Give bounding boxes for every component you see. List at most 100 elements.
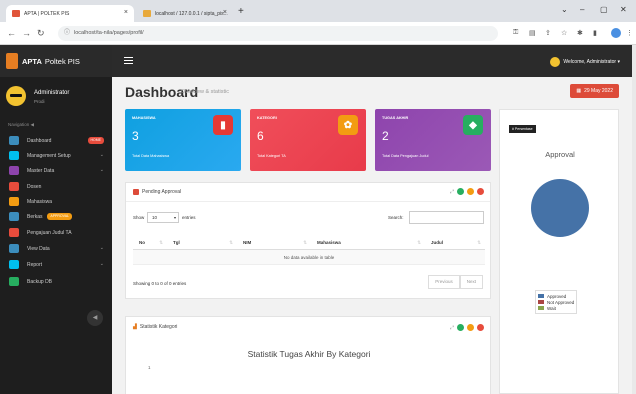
legend-swatch <box>538 294 544 298</box>
menu-icon <box>9 136 19 145</box>
sidebar-item-view-data[interactable]: View Data ⌄ <box>0 241 112 256</box>
legend-label: Wait <box>547 305 556 311</box>
close-tool-button[interactable] <box>477 188 484 195</box>
stat-card-kategori[interactable]: KATEGORI 6 Total Kategori TA ✿ <box>250 109 366 171</box>
entries-value: 10 <box>152 215 158 220</box>
approval-panel: # Persentase Approval Approved Not Approv… <box>499 109 619 394</box>
tab-label: localhost / 127.0.0.1 / sipta_pis... <box>155 10 228 17</box>
expand-icon[interactable]: ⤢ <box>450 189 454 195</box>
sidepanel-icon[interactable]: ▮ <box>593 29 597 37</box>
close-tool-button[interactable] <box>477 324 484 331</box>
sidebar-badge: APPROVAL <box>47 213 72 220</box>
stat-value: 6 <box>257 129 264 143</box>
new-tab-button[interactable]: + <box>238 6 244 17</box>
menu-icon <box>9 228 19 237</box>
column-header-tgl[interactable]: Tgl ⇅ <box>167 235 237 249</box>
browser-menu-icon[interactable]: ⋮ <box>626 29 633 37</box>
extensions-icon[interactable]: ✱ <box>577 29 583 37</box>
menu-icon <box>9 260 19 269</box>
panel-header: Pending Approval ⤢ <box>126 183 490 202</box>
previous-button[interactable]: Previous <box>428 275 460 289</box>
panel-tools: ⤢ <box>450 324 484 331</box>
forward-arrow-icon[interactable]: → <box>22 28 31 38</box>
stat-card-tugas-akhir[interactable]: TUGAS AKHIR 2 Total Data Pengajuan Judul… <box>375 109 491 171</box>
column-header-judul[interactable]: Judul ⇅ <box>425 235 485 249</box>
sidebar-badge: HOME <box>87 137 104 144</box>
page-scrollbar[interactable] <box>632 45 636 394</box>
expand-icon[interactable]: ⤢ <box>450 325 454 331</box>
sort-icon: ⇅ <box>477 240 481 245</box>
menu-icon <box>9 166 19 175</box>
next-button[interactable]: Next <box>459 275 483 289</box>
search-label: Search: <box>388 215 404 220</box>
key-icon[interactable]: ⚿ <box>513 29 518 37</box>
site-info-icon[interactable]: ⓘ <box>64 26 70 41</box>
sidebar-item-label: Mahasiswa <box>27 198 53 205</box>
back-arrow-icon[interactable]: ← <box>7 28 16 38</box>
sidebar-item-label: Dashboard <box>27 137 52 144</box>
hamburger-menu-icon[interactable] <box>124 57 133 64</box>
column-header-no[interactable]: No ⇅ <box>133 235 167 249</box>
phpmyadmin-favicon-icon <box>143 10 151 17</box>
approval-pie-chart[interactable] <box>530 178 590 238</box>
sidebar-item-management-setup[interactable]: Management Setup ⌄ <box>0 148 112 163</box>
url-input[interactable]: ⓘ localhost/ta-nila/pages/profil/ <box>58 26 498 41</box>
brand-logo[interactable]: APTA Poltek PIS <box>0 45 112 77</box>
apta-favicon-icon <box>12 10 20 17</box>
y-axis-tick: 1 <box>148 365 151 370</box>
date-button[interactable]: 29 May 2022 <box>570 84 619 98</box>
chevron-down-icon: ▾ <box>173 215 176 220</box>
close-tab-icon[interactable]: × <box>223 9 227 16</box>
browser-tab-phpmyadmin[interactable]: localhost / 127.0.0.1 / sipta_pis... × <box>137 5 233 22</box>
graduation-icon: ◆ <box>463 115 483 135</box>
apta-logo-icon <box>6 53 18 69</box>
refresh-tool-button[interactable] <box>457 324 464 331</box>
entries-select[interactable]: 10 ▾ <box>147 212 179 223</box>
legend-item[interactable]: Wait <box>538 305 574 311</box>
pending-table: No ⇅ Tgl ⇅ NIM ⇅ Mahasiswa ⇅ Judul ⇅ No data avai… <box>133 235 485 265</box>
sidebar-item-report[interactable]: Report ⌄ <box>0 257 112 272</box>
checkbox-icon <box>133 189 139 195</box>
legend-swatch <box>538 306 544 310</box>
sidebar-item-master-data[interactable]: Master Data ⌄ <box>0 163 112 178</box>
entries-label: entries <box>182 215 196 220</box>
close-window-button[interactable]: ✕ <box>620 5 627 14</box>
user-icon: ▮ <box>213 115 233 135</box>
minimize-tool-button[interactable] <box>467 188 474 195</box>
bookmark-star-icon[interactable]: ☆ <box>561 29 567 37</box>
sidebar-item-dashboard[interactable]: Dashboard HOME <box>0 133 112 148</box>
show-label: Show <box>133 215 145 220</box>
close-tab-icon[interactable]: × <box>124 9 128 16</box>
panel-title-text: Pending Approval <box>142 189 182 195</box>
brand-name-rest: Poltek PIS <box>44 56 80 66</box>
sidebar-item-backup-db[interactable]: Backup DB <box>0 274 112 289</box>
browser-tab-apta[interactable]: APTA | POLTEK PIS × <box>6 5 134 22</box>
brand-name-bold: APTA <box>22 56 42 66</box>
statistik-kategori-title: ▟ Statistik Kategori <box>133 324 177 330</box>
sidebar-item-mahasiswa[interactable]: Mahasiswa <box>0 194 112 209</box>
minimize-button[interactable]: – <box>580 5 584 14</box>
user-menu[interactable]: Welcome, Administrator ▾ <box>550 57 620 67</box>
chevron-down-icon: ⌄ <box>99 245 104 251</box>
pie-slice-approved[interactable] <box>531 179 589 237</box>
share-icon[interactable]: ⇪ <box>545 29 551 37</box>
column-header-mahasiswa[interactable]: Mahasiswa ⇅ <box>311 235 425 249</box>
maximize-button[interactable]: ▢ <box>600 5 608 14</box>
sidebar-item-label: Berkas <box>27 213 43 220</box>
tab-search-icon[interactable]: ⌄ <box>561 5 568 14</box>
stat-card-mahasiswa[interactable]: MAHASISWA 3 Total Data Mahasiswa ▮ <box>125 109 241 171</box>
sidebar-item-pengajuan-judul-ta[interactable]: Pengajuan Judul TA <box>0 225 112 240</box>
refresh-tool-button[interactable] <box>457 188 464 195</box>
sidebar-item-berkas[interactable]: Berkas APPROVAL <box>0 209 112 224</box>
reload-icon[interactable]: ↻ <box>37 28 45 39</box>
profile-avatar[interactable] <box>611 28 621 38</box>
search-input[interactable] <box>409 211 484 224</box>
kategori-chart-title: Statistik Tugas Akhir By Kategori <box>247 349 371 359</box>
sidebar-item-dosen[interactable]: Dosen <box>0 179 112 194</box>
translate-icon[interactable]: ▤ <box>529 29 536 37</box>
sort-icon: ⇅ <box>159 240 163 245</box>
collapse-sidebar-button[interactable]: ◀ <box>87 310 103 326</box>
column-header-nim[interactable]: NIM ⇅ <box>237 235 311 249</box>
panel-tools: ⤢ <box>450 188 484 195</box>
minimize-tool-button[interactable] <box>467 324 474 331</box>
